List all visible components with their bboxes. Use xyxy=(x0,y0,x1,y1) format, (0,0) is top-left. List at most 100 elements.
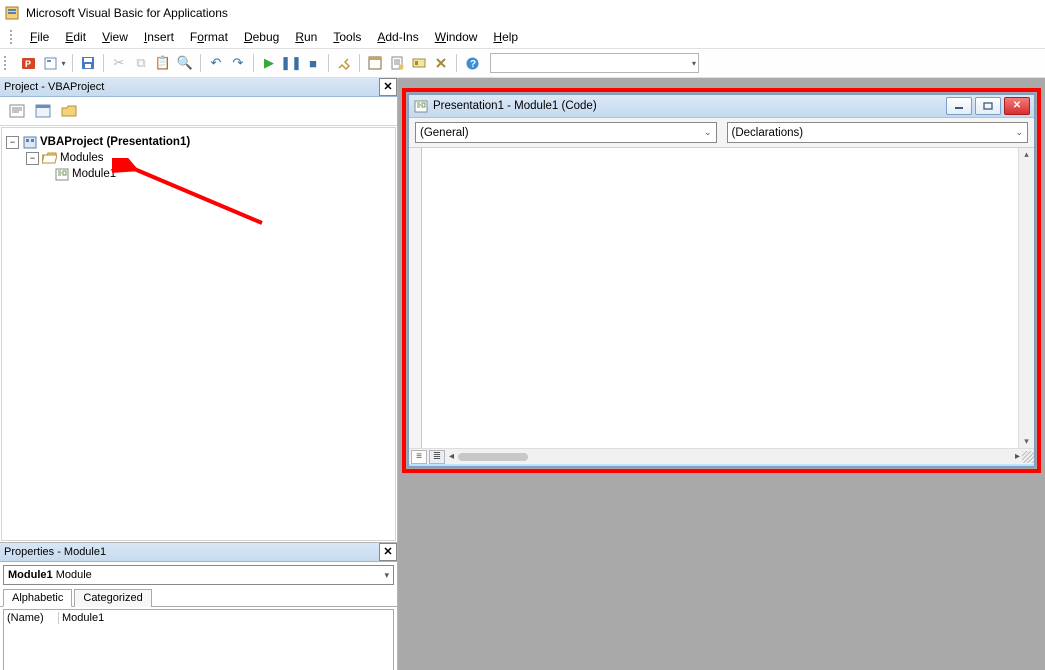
close-button[interactable]: ✕ xyxy=(1004,97,1030,115)
find-icon[interactable]: 🔍 xyxy=(175,53,195,73)
code-window-title: Presentation1 - Module1 (Code) xyxy=(433,100,597,112)
properties-panel-close-button[interactable]: ✕ xyxy=(379,543,397,561)
save-icon[interactable] xyxy=(78,53,98,73)
scroll-right-icon[interactable]: ▸ xyxy=(1015,451,1020,462)
toolbar: P ▾ ✂ ⧉ 📋 🔍 ↶ ↷ ▶ ❚❚ ■ ? ▾ xyxy=(0,48,1045,78)
code-window-titlebar[interactable]: Presentation1 - Module1 (Code) ✕ xyxy=(409,95,1034,118)
chevron-down-icon: ▾ xyxy=(692,59,696,68)
procedure-dropdown-value: (Declarations) xyxy=(732,127,804,139)
maximize-button[interactable] xyxy=(975,97,1001,115)
folder-open-icon xyxy=(42,151,57,165)
insert-icon[interactable] xyxy=(40,53,60,73)
app-icon xyxy=(4,5,20,21)
svg-text:?: ? xyxy=(470,59,476,70)
menu-insert[interactable]: Insert xyxy=(136,28,182,46)
scroll-down-icon[interactable]: ▾ xyxy=(1024,436,1029,447)
project-toolbar xyxy=(0,97,397,126)
menu-run[interactable]: Run xyxy=(287,28,325,46)
scroll-left-icon[interactable]: ◂ xyxy=(449,451,454,462)
code-editor[interactable] xyxy=(422,148,1018,448)
module-icon xyxy=(54,167,69,181)
annotation-highlight: Presentation1 - Module1 (Code) ✕ xyxy=(402,88,1041,473)
properties-object-combo[interactable]: Module1 Module ▾ xyxy=(3,565,394,585)
tab-alphabetic[interactable]: Alphabetic xyxy=(3,589,72,607)
insert-dropdown-icon[interactable]: ▾ xyxy=(60,53,67,73)
procedure-dropdown[interactable]: (Declarations) ⌄ xyxy=(727,122,1029,143)
tab-categorized[interactable]: Categorized xyxy=(74,589,151,607)
code-margin xyxy=(409,148,422,448)
tree-folder-row[interactable]: − Modules xyxy=(6,150,391,166)
tree-toggle-icon[interactable]: − xyxy=(6,136,19,149)
object-dropdown[interactable]: (General) ⌄ xyxy=(415,122,717,143)
vertical-scrollbar[interactable]: ▴ ▾ xyxy=(1018,148,1034,448)
property-row[interactable]: (Name) Module1 xyxy=(4,610,393,626)
cut-icon[interactable]: ✂ xyxy=(109,53,129,73)
minimize-button[interactable] xyxy=(946,97,972,115)
toggle-folders-icon[interactable] xyxy=(58,101,80,121)
title-bar: Microsoft Visual Basic for Applications xyxy=(0,0,1045,26)
properties-panel: Properties - Module1 ✕ Module1 Module ▾ … xyxy=(0,542,397,670)
menu-format[interactable]: Format xyxy=(182,28,236,46)
menu-edit[interactable]: Edit xyxy=(57,28,94,46)
undo-icon[interactable]: ↶ xyxy=(206,53,226,73)
project-panel-close-button[interactable]: ✕ xyxy=(379,78,397,96)
design-mode-icon[interactable] xyxy=(334,53,354,73)
toolbox-icon[interactable] xyxy=(431,53,451,73)
main-area: Project - VBAProject ✕ − VBAProject (Pre… xyxy=(0,78,1045,670)
tree-module-row[interactable]: Module1 xyxy=(6,166,391,182)
code-dropdowns: (General) ⌄ (Declarations) ⌄ xyxy=(409,118,1034,148)
view-code-icon[interactable] xyxy=(6,101,28,121)
object-browser-icon[interactable] xyxy=(409,53,429,73)
tree-root-row[interactable]: − VBAProject (Presentation1) xyxy=(6,134,391,150)
full-module-view-button[interactable]: ≣ xyxy=(429,450,445,464)
menu-file[interactable]: File xyxy=(22,28,57,46)
window-controls: ✕ xyxy=(946,97,1030,115)
project-panel-title: Project - VBAProject xyxy=(4,81,104,93)
code-window: Presentation1 - Module1 (Code) ✕ xyxy=(408,94,1035,467)
menu-bar: File Edit View Insert Format Debug Run T… xyxy=(0,26,1045,48)
chevron-down-icon: ▾ xyxy=(384,570,389,581)
properties-icon[interactable] xyxy=(387,53,407,73)
chevron-down-icon: ⌄ xyxy=(1015,127,1023,138)
project-explorer-icon[interactable] xyxy=(365,53,385,73)
help-icon[interactable]: ? xyxy=(462,53,482,73)
paste-icon[interactable]: 📋 xyxy=(153,53,173,73)
object-dropdown-value: (General) xyxy=(420,127,469,139)
menu-help[interactable]: Help xyxy=(485,28,526,46)
left-pane: Project - VBAProject ✕ − VBAProject (Pre… xyxy=(0,78,398,670)
property-name: (Name) xyxy=(4,612,59,624)
code-body-wrap: ▴ ▾ xyxy=(409,148,1034,448)
menu-tools[interactable]: Tools xyxy=(325,28,369,46)
menu-view[interactable]: View xyxy=(94,28,136,46)
scroll-up-icon[interactable]: ▴ xyxy=(1024,149,1029,160)
tree-root-label: VBAProject (Presentation1) xyxy=(40,134,190,150)
copy-icon[interactable]: ⧉ xyxy=(131,53,151,73)
run-icon[interactable]: ▶ xyxy=(259,53,279,73)
resize-grip[interactable] xyxy=(1022,451,1034,463)
tree-module-label: Module1 xyxy=(72,166,116,182)
project-panel-header: Project - VBAProject ✕ xyxy=(0,78,397,97)
menu-window[interactable]: Window xyxy=(427,28,486,46)
properties-grid[interactable]: (Name) Module1 xyxy=(3,609,394,670)
menu-addins[interactable]: Add-Ins xyxy=(369,28,426,46)
powerpoint-icon[interactable]: P xyxy=(18,53,38,73)
properties-panel-title: Properties - Module1 xyxy=(4,546,106,558)
code-window-footer: ≡ ≣ ◂ ▸ xyxy=(409,448,1034,464)
property-value[interactable]: Module1 xyxy=(59,612,393,624)
mdi-area: Presentation1 - Module1 (Code) ✕ xyxy=(398,78,1045,670)
menu-grip xyxy=(10,30,16,44)
menu-debug[interactable]: Debug xyxy=(236,28,287,46)
break-icon[interactable]: ❚❚ xyxy=(281,53,301,73)
toolbar-position-box[interactable]: ▾ xyxy=(490,53,699,73)
project-tree[interactable]: − VBAProject (Presentation1) − Modules M… xyxy=(1,127,396,541)
reset-icon[interactable]: ■ xyxy=(303,53,323,73)
properties-panel-header: Properties - Module1 ✕ xyxy=(0,543,397,562)
properties-tabs: Alphabetic Categorized xyxy=(0,588,397,607)
toolbar-grip xyxy=(4,56,10,70)
module-icon xyxy=(413,99,428,114)
tree-toggle-icon[interactable]: − xyxy=(26,152,39,165)
procedure-view-button[interactable]: ≡ xyxy=(411,450,427,464)
hscroll-thumb[interactable] xyxy=(458,453,528,461)
view-object-icon[interactable] xyxy=(32,101,54,121)
redo-icon[interactable]: ↷ xyxy=(228,53,248,73)
